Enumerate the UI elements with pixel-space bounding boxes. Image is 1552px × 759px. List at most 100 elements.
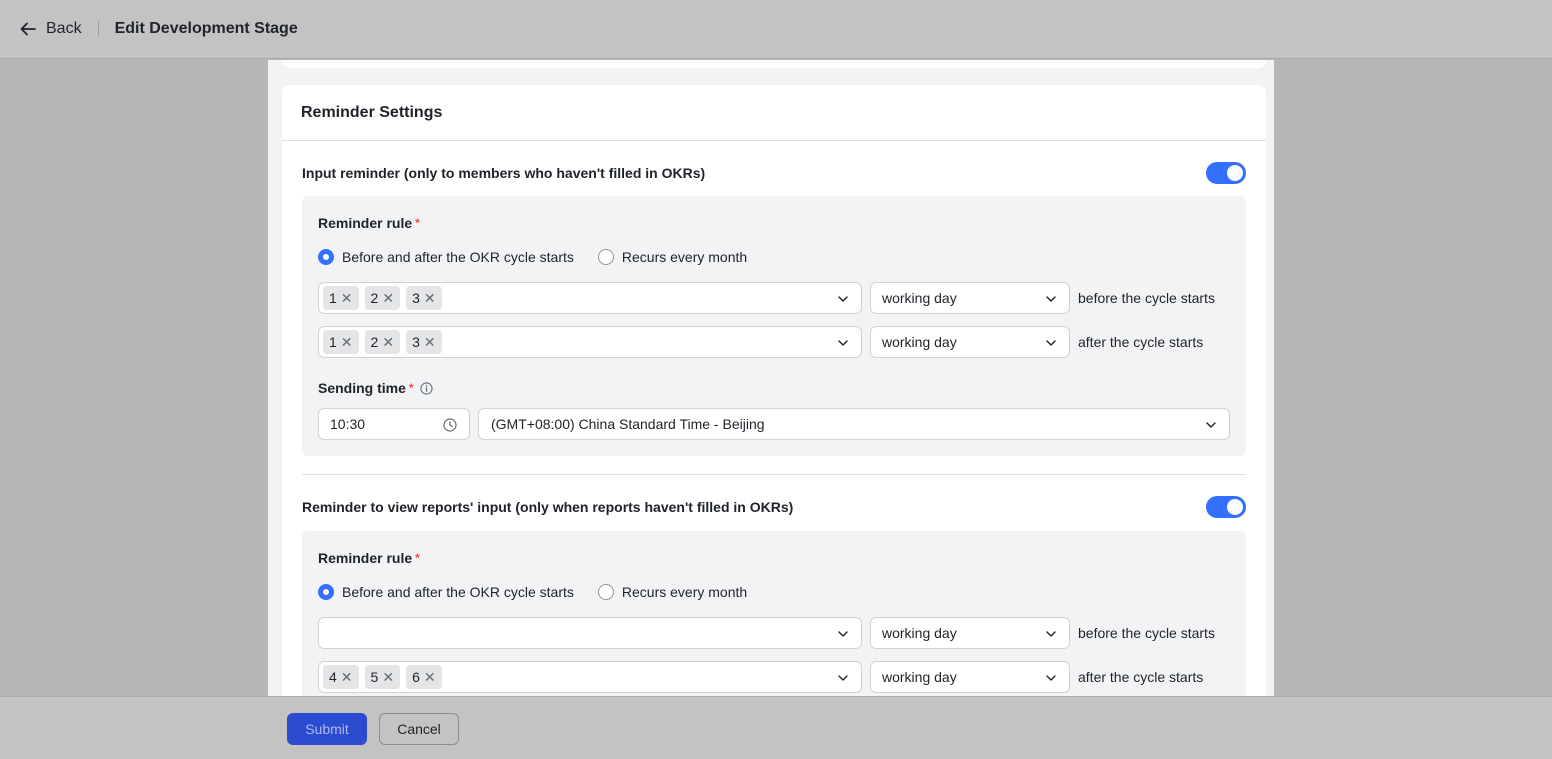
toggle-knob	[1227, 499, 1243, 515]
reminder-rule-label: Reminder rule *	[318, 550, 420, 566]
tag-label: 5	[370, 669, 379, 685]
after-unit-select[interactable]: working day	[870, 326, 1070, 358]
radio-label: Before and after the OKR cycle starts	[342, 584, 574, 600]
view-reminder-rule-box: Reminder rule * Before and after the OKR…	[302, 531, 1246, 696]
tag-label: 2	[370, 290, 379, 306]
required-mark: *	[415, 216, 420, 230]
close-icon[interactable]: ✕	[424, 669, 436, 686]
select-value: working day	[882, 625, 957, 641]
after-suffix: after the cycle starts	[1078, 334, 1204, 350]
close-icon[interactable]: ✕	[341, 334, 353, 351]
chevron-down-icon	[838, 296, 848, 302]
header-divider	[97, 21, 99, 37]
close-icon[interactable]: ✕	[424, 290, 436, 307]
footer-bar: Submit Cancel	[0, 696, 1552, 759]
radio-before-after[interactable]: Before and after the OKR cycle starts	[318, 584, 574, 600]
close-icon[interactable]: ✕	[382, 334, 394, 351]
reminder-rule-label: Reminder rule *	[318, 215, 420, 231]
radio-unchecked-icon	[597, 584, 614, 600]
chevron-down-icon	[838, 675, 848, 681]
radio-checked-icon	[318, 584, 334, 600]
main-scroll-area[interactable]: Reminder Settings Input reminder (only t…	[0, 60, 1552, 696]
chevron-down-icon	[838, 631, 848, 637]
before-cycle-row: 1 ✕ 2 ✕ 3 ✕ working day before the cycle st…	[318, 282, 1215, 314]
reminder-rule-radio-group: Before and after the OKR cycle starts Re…	[318, 584, 747, 600]
sending-time-label: Sending time *	[318, 380, 433, 396]
radio-recurs-monthly[interactable]: Recurs every month	[597, 249, 748, 265]
select-value: working day	[882, 669, 957, 685]
chevron-down-icon	[1206, 422, 1216, 428]
tag-label: 2	[370, 334, 379, 350]
radio-label: Recurs every month	[621, 584, 748, 600]
before-cycle-row: working day before the cycle starts	[318, 617, 1215, 649]
back-label: Back	[46, 20, 82, 37]
radio-recurs-monthly[interactable]: Recurs every month	[597, 584, 748, 600]
view-reminder-header: Reminder to view reports' input (only wh…	[302, 496, 1246, 518]
radio-label: Recurs every month	[621, 249, 748, 265]
view-reminder-toggle[interactable]	[1206, 496, 1246, 518]
day-tag: 5 ✕	[364, 665, 401, 689]
day-tag: 1 ✕	[323, 286, 359, 310]
day-tag: 2 ✕	[364, 286, 401, 310]
select-value: working day	[882, 290, 957, 306]
after-days-multiselect[interactable]: 1 ✕ 2 ✕ 3 ✕	[318, 326, 862, 358]
radio-before-after[interactable]: Before and after the OKR cycle starts	[318, 249, 574, 265]
after-days-multiselect[interactable]: 4 ✕ 5 ✕ 6 ✕	[318, 661, 862, 693]
tag-label: 1	[329, 290, 337, 306]
chevron-down-icon	[1046, 340, 1056, 346]
chevron-down-icon	[1046, 675, 1056, 681]
close-icon[interactable]: ✕	[341, 290, 353, 307]
after-cycle-row: 4 ✕ 5 ✕ 6 ✕ working day after the cycle sta…	[318, 661, 1203, 693]
after-unit-select[interactable]: working day	[870, 661, 1070, 693]
before-suffix: before the cycle starts	[1078, 625, 1215, 641]
day-tag: 2 ✕	[364, 330, 401, 354]
day-tag: 6 ✕	[406, 665, 442, 689]
timezone-select[interactable]: (GMT+08:00) China Standard Time - Beijin…	[478, 408, 1230, 440]
input-reminder-header: Input reminder (only to members who have…	[302, 162, 1246, 184]
page-title: Edit Development Stage	[114, 20, 298, 37]
before-suffix: before the cycle starts	[1078, 290, 1215, 306]
close-icon[interactable]: ✕	[424, 334, 436, 351]
tag-label: 3	[412, 334, 420, 350]
view-reminder-label: Reminder to view reports' input (only wh…	[302, 499, 794, 515]
reminder-rule-radio-group: Before and after the OKR cycle starts Re…	[318, 249, 747, 265]
close-icon[interactable]: ✕	[341, 669, 353, 686]
submit-button[interactable]: Submit	[287, 713, 367, 745]
close-icon[interactable]: ✕	[382, 669, 394, 686]
previous-card	[282, 60, 1266, 68]
clock-icon	[443, 418, 457, 432]
day-tag: 3 ✕	[406, 286, 442, 310]
tag-label: 6	[412, 669, 420, 685]
before-days-multiselect[interactable]	[318, 617, 862, 649]
reminder-rule-text: Reminder rule	[318, 550, 413, 566]
section-divider	[302, 474, 1246, 475]
close-icon[interactable]: ✕	[382, 290, 394, 307]
after-cycle-row: 1 ✕ 2 ✕ 3 ✕ working day after the cycle sta…	[318, 326, 1203, 358]
sending-time-row: 10:30 (GMT+08:00) China Standard Time - …	[318, 408, 1230, 440]
toggle-knob	[1227, 165, 1243, 181]
input-reminder-label: Input reminder (only to members who have…	[302, 165, 706, 181]
time-value: 10:30	[330, 416, 366, 432]
select-value: working day	[882, 334, 957, 350]
chevron-down-icon	[838, 340, 848, 346]
arrow-left-icon	[20, 22, 36, 36]
required-mark: *	[408, 381, 414, 395]
cancel-button[interactable]: Cancel	[379, 713, 459, 745]
input-reminder-rule-box: Reminder rule * Before and after the OKR…	[302, 196, 1246, 456]
chevron-down-icon	[1046, 631, 1056, 637]
radio-checked-icon	[318, 249, 334, 265]
after-suffix: after the cycle starts	[1078, 669, 1204, 685]
top-bar: Back Edit Development Stage	[0, 0, 1552, 59]
time-picker[interactable]: 10:30	[318, 408, 470, 440]
input-reminder-toggle[interactable]	[1206, 162, 1246, 184]
tag-label: 1	[329, 334, 337, 350]
back-button[interactable]: Back	[18, 19, 82, 39]
before-unit-select[interactable]: working day	[870, 617, 1070, 649]
before-days-multiselect[interactable]: 1 ✕ 2 ✕ 3 ✕	[318, 282, 862, 314]
before-unit-select[interactable]: working day	[870, 282, 1070, 314]
reminder-rule-text: Reminder rule	[318, 215, 413, 231]
radio-label: Before and after the OKR cycle starts	[342, 249, 574, 265]
info-icon[interactable]	[419, 381, 433, 395]
tag-label: 3	[412, 290, 420, 306]
sending-time-text: Sending time	[318, 380, 406, 396]
